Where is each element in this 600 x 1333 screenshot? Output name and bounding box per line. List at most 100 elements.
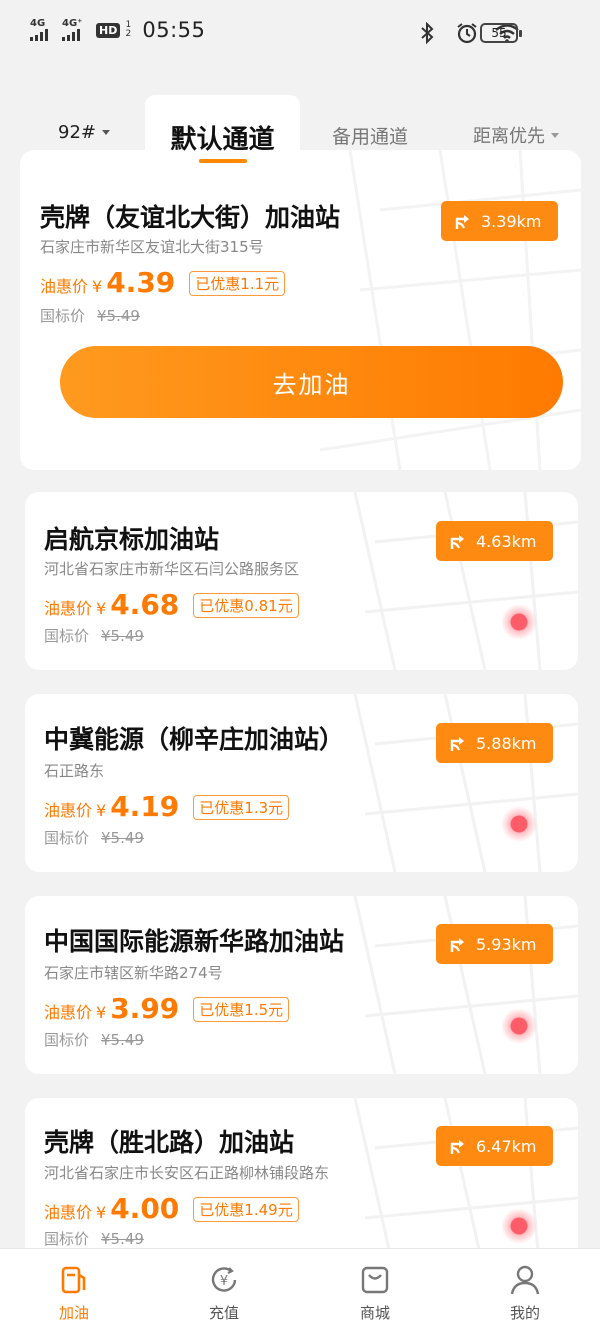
route-icon <box>450 535 464 549</box>
station-address: 河北省石家庄市新华区石闫公路服务区 <box>44 560 300 578</box>
currency-symbol: ¥ <box>96 801 107 820</box>
discount-badge: 已优惠0.81元 <box>193 593 299 618</box>
navigate-button[interactable]: 6.47km <box>436 1126 553 1166</box>
route-icon <box>450 938 464 952</box>
price-label: 油惠价 <box>44 1203 93 1222</box>
map-pin-icon <box>501 1008 537 1044</box>
route-icon <box>455 215 469 229</box>
standard-price-label: 国标价 <box>44 1031 90 1049</box>
standard-price-row: 国标价 ¥5.49 <box>40 305 140 326</box>
standard-price: ¥5.49 <box>101 829 144 847</box>
standard-price-label: 国标价 <box>44 1230 90 1248</box>
currency-symbol: ¥ <box>92 277 103 296</box>
station-name: 中国国际能源新华路加油站 <box>44 927 345 956</box>
route-icon <box>450 1140 464 1154</box>
user-icon <box>510 1265 540 1295</box>
chevron-down-icon <box>551 132 559 138</box>
station-address: 石家庄市新华区友谊北大街315号 <box>40 238 264 256</box>
station-list: 壳牌（友谊北大街）加油站 石家庄市新华区友谊北大街315号 油惠价 ¥ 4.39… <box>0 0 600 1333</box>
price-row: 油惠价 ¥ 4.00 已优惠1.49元 <box>44 1192 299 1225</box>
shop-bag-icon <box>361 1266 389 1294</box>
discount-badge: 已优惠1.49元 <box>193 1197 299 1222</box>
nav-shop[interactable]: 商城 <box>335 1263 415 1323</box>
currency-symbol: ¥ <box>96 599 107 618</box>
chevron-down-icon <box>102 130 110 135</box>
distance-label: 6.47km <box>476 1136 537 1156</box>
distance-label: 5.88km <box>476 733 537 753</box>
nav-refuel[interactable]: 加油 <box>34 1263 114 1323</box>
bottom-nav: 加油 ¥ 充值 商城 我的 <box>0 1248 600 1333</box>
route-icon <box>450 737 464 751</box>
discount-badge: 已优惠1.1元 <box>189 271 286 296</box>
tab-default-channel[interactable]: 默认通道 <box>145 95 300 177</box>
navigate-button[interactable]: 3.39km <box>441 201 558 241</box>
price-row: 油惠价 ¥ 4.68 已优惠0.81元 <box>44 588 299 621</box>
go-refuel-button[interactable]: 去加油 <box>60 346 563 418</box>
station-address: 河北省石家庄市长安区石正路柳林铺段路东 <box>44 1164 330 1182</box>
standard-price-label: 国标价 <box>44 627 90 645</box>
discount-price: 4.68 <box>110 588 180 621</box>
price-row: 油惠价 ¥ 4.39 已优惠1.1元 <box>40 266 286 299</box>
standard-price-label: 国标价 <box>44 829 90 847</box>
navigate-button[interactable]: 5.93km <box>436 924 553 964</box>
station-name: 中冀能源（柳辛庄加油站） <box>44 725 345 754</box>
channel-tabs: 92# 默认通道 备用通道 距离优先 <box>0 92 600 177</box>
station-card[interactable]: 中国国际能源新华路加油站 石家庄市辖区新华路274号 油惠价 ¥ 3.99 已优… <box>25 896 578 1074</box>
standard-price: ¥5.49 <box>101 627 144 645</box>
standard-price-row: 国标价 ¥5.49 <box>44 827 144 848</box>
currency-symbol: ¥ <box>96 1003 107 1022</box>
price-label: 油惠价 <box>40 277 89 296</box>
station-name: 启航京标加油站 <box>44 525 220 554</box>
station-card[interactable]: 壳牌（友谊北大街）加油站 石家庄市新华区友谊北大街315号 油惠价 ¥ 4.39… <box>20 150 581 470</box>
currency-symbol: ¥ <box>96 1203 107 1222</box>
tab-label: 默认通道 <box>170 125 275 155</box>
nav-label: 加油 <box>58 1304 89 1322</box>
standard-price: ¥5.49 <box>101 1031 144 1049</box>
station-card[interactable]: 中冀能源（柳辛庄加油站） 石正路东 油惠价 ¥ 4.19 已优惠1.3元 国标价… <box>25 694 578 872</box>
nav-recharge[interactable]: ¥ 充值 <box>184 1263 264 1323</box>
station-address: 石家庄市辖区新华路274号 <box>44 964 223 982</box>
price-row: 油惠价 ¥ 4.19 已优惠1.3元 <box>44 790 290 823</box>
discount-badge: 已优惠1.3元 <box>193 795 290 820</box>
navigate-button[interactable]: 4.63km <box>436 521 553 561</box>
station-card[interactable]: 启航京标加油站 河北省石家庄市新华区石闫公路服务区 油惠价 ¥ 4.68 已优惠… <box>25 492 578 670</box>
recharge-icon: ¥ <box>211 1267 237 1292</box>
station-name: 壳牌（胜北路）加油站 <box>44 1128 295 1157</box>
tab-indicator <box>199 159 247 163</box>
tab-backup-channel[interactable]: 备用通道 <box>332 122 408 149</box>
station-address: 石正路东 <box>44 762 105 780</box>
nav-profile[interactable]: 我的 <box>485 1263 565 1323</box>
map-pin-icon <box>501 1208 537 1244</box>
nav-label: 充值 <box>208 1304 239 1322</box>
nav-label: 商城 <box>359 1304 390 1322</box>
station-name: 壳牌（友谊北大街）加油站 <box>40 203 341 232</box>
price-row: 油惠价 ¥ 3.99 已优惠1.5元 <box>44 992 290 1025</box>
svg-text:¥: ¥ <box>220 1274 228 1289</box>
map-pin-icon <box>501 806 537 842</box>
distance-label: 3.39km <box>481 211 542 231</box>
sort-label: 距离优先 <box>473 126 545 147</box>
standard-price-label: 国标价 <box>40 307 86 325</box>
standard-price-row: 国标价 ¥5.49 <box>44 625 144 646</box>
navigate-button[interactable]: 5.88km <box>436 723 553 763</box>
sort-dropdown[interactable]: 距离优先 <box>473 122 559 148</box>
standard-price: ¥5.49 <box>101 1230 144 1248</box>
standard-price-row: 国标价 ¥5.49 <box>44 1029 144 1050</box>
discount-price: 3.99 <box>110 992 180 1025</box>
distance-label: 5.93km <box>476 934 537 954</box>
distance-label: 4.63km <box>476 531 537 551</box>
fuel-type-label: 92# <box>58 122 96 143</box>
discount-price: 4.00 <box>110 1192 180 1225</box>
discount-price: 4.39 <box>106 266 176 299</box>
price-label: 油惠价 <box>44 599 93 618</box>
fuel-pump-icon <box>61 1266 86 1294</box>
standard-price: ¥5.49 <box>97 307 140 325</box>
discount-price: 4.19 <box>110 790 180 823</box>
fuel-type-dropdown[interactable]: 92# <box>58 122 110 143</box>
nav-label: 我的 <box>509 1304 540 1322</box>
standard-price-row: 国标价 ¥5.49 <box>44 1228 144 1249</box>
price-label: 油惠价 <box>44 1003 93 1022</box>
price-label: 油惠价 <box>44 801 93 820</box>
discount-badge: 已优惠1.5元 <box>193 997 290 1022</box>
map-pin-icon <box>501 604 537 640</box>
